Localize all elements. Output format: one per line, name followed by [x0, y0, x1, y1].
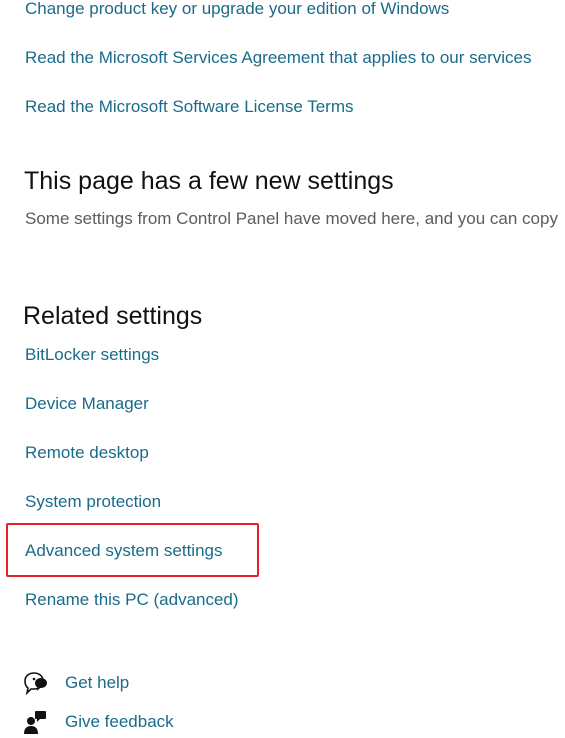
get-help-icon [24, 672, 47, 696]
services-agreement-link[interactable]: Read the Microsoft Services Agreement th… [25, 47, 531, 69]
license-terms-link[interactable]: Read the Microsoft Software License Term… [25, 96, 354, 118]
highlight-box [6, 523, 259, 577]
rename-pc-link[interactable]: Rename this PC (advanced) [25, 589, 239, 611]
system-protection-link[interactable]: System protection [25, 491, 161, 513]
get-help-label: Get help [65, 673, 130, 692]
device-manager-link[interactable]: Device Manager [25, 393, 149, 415]
give-feedback-label: Give feedback [65, 712, 174, 731]
get-help-row[interactable]: Get help [22, 670, 129, 696]
change-product-key-link[interactable]: Change product key or upgrade your editi… [25, 0, 449, 20]
bitlocker-settings-link[interactable]: BitLocker settings [25, 344, 159, 366]
new-settings-description: Some settings from Control Panel have mo… [25, 209, 558, 228]
remote-desktop-link[interactable]: Remote desktop [25, 442, 149, 464]
give-feedback-row[interactable]: Give feedback [22, 709, 174, 735]
new-settings-heading: This page has a few new settings [24, 167, 394, 195]
related-settings-heading: Related settings [23, 302, 203, 330]
give-feedback-icon [24, 711, 46, 734]
